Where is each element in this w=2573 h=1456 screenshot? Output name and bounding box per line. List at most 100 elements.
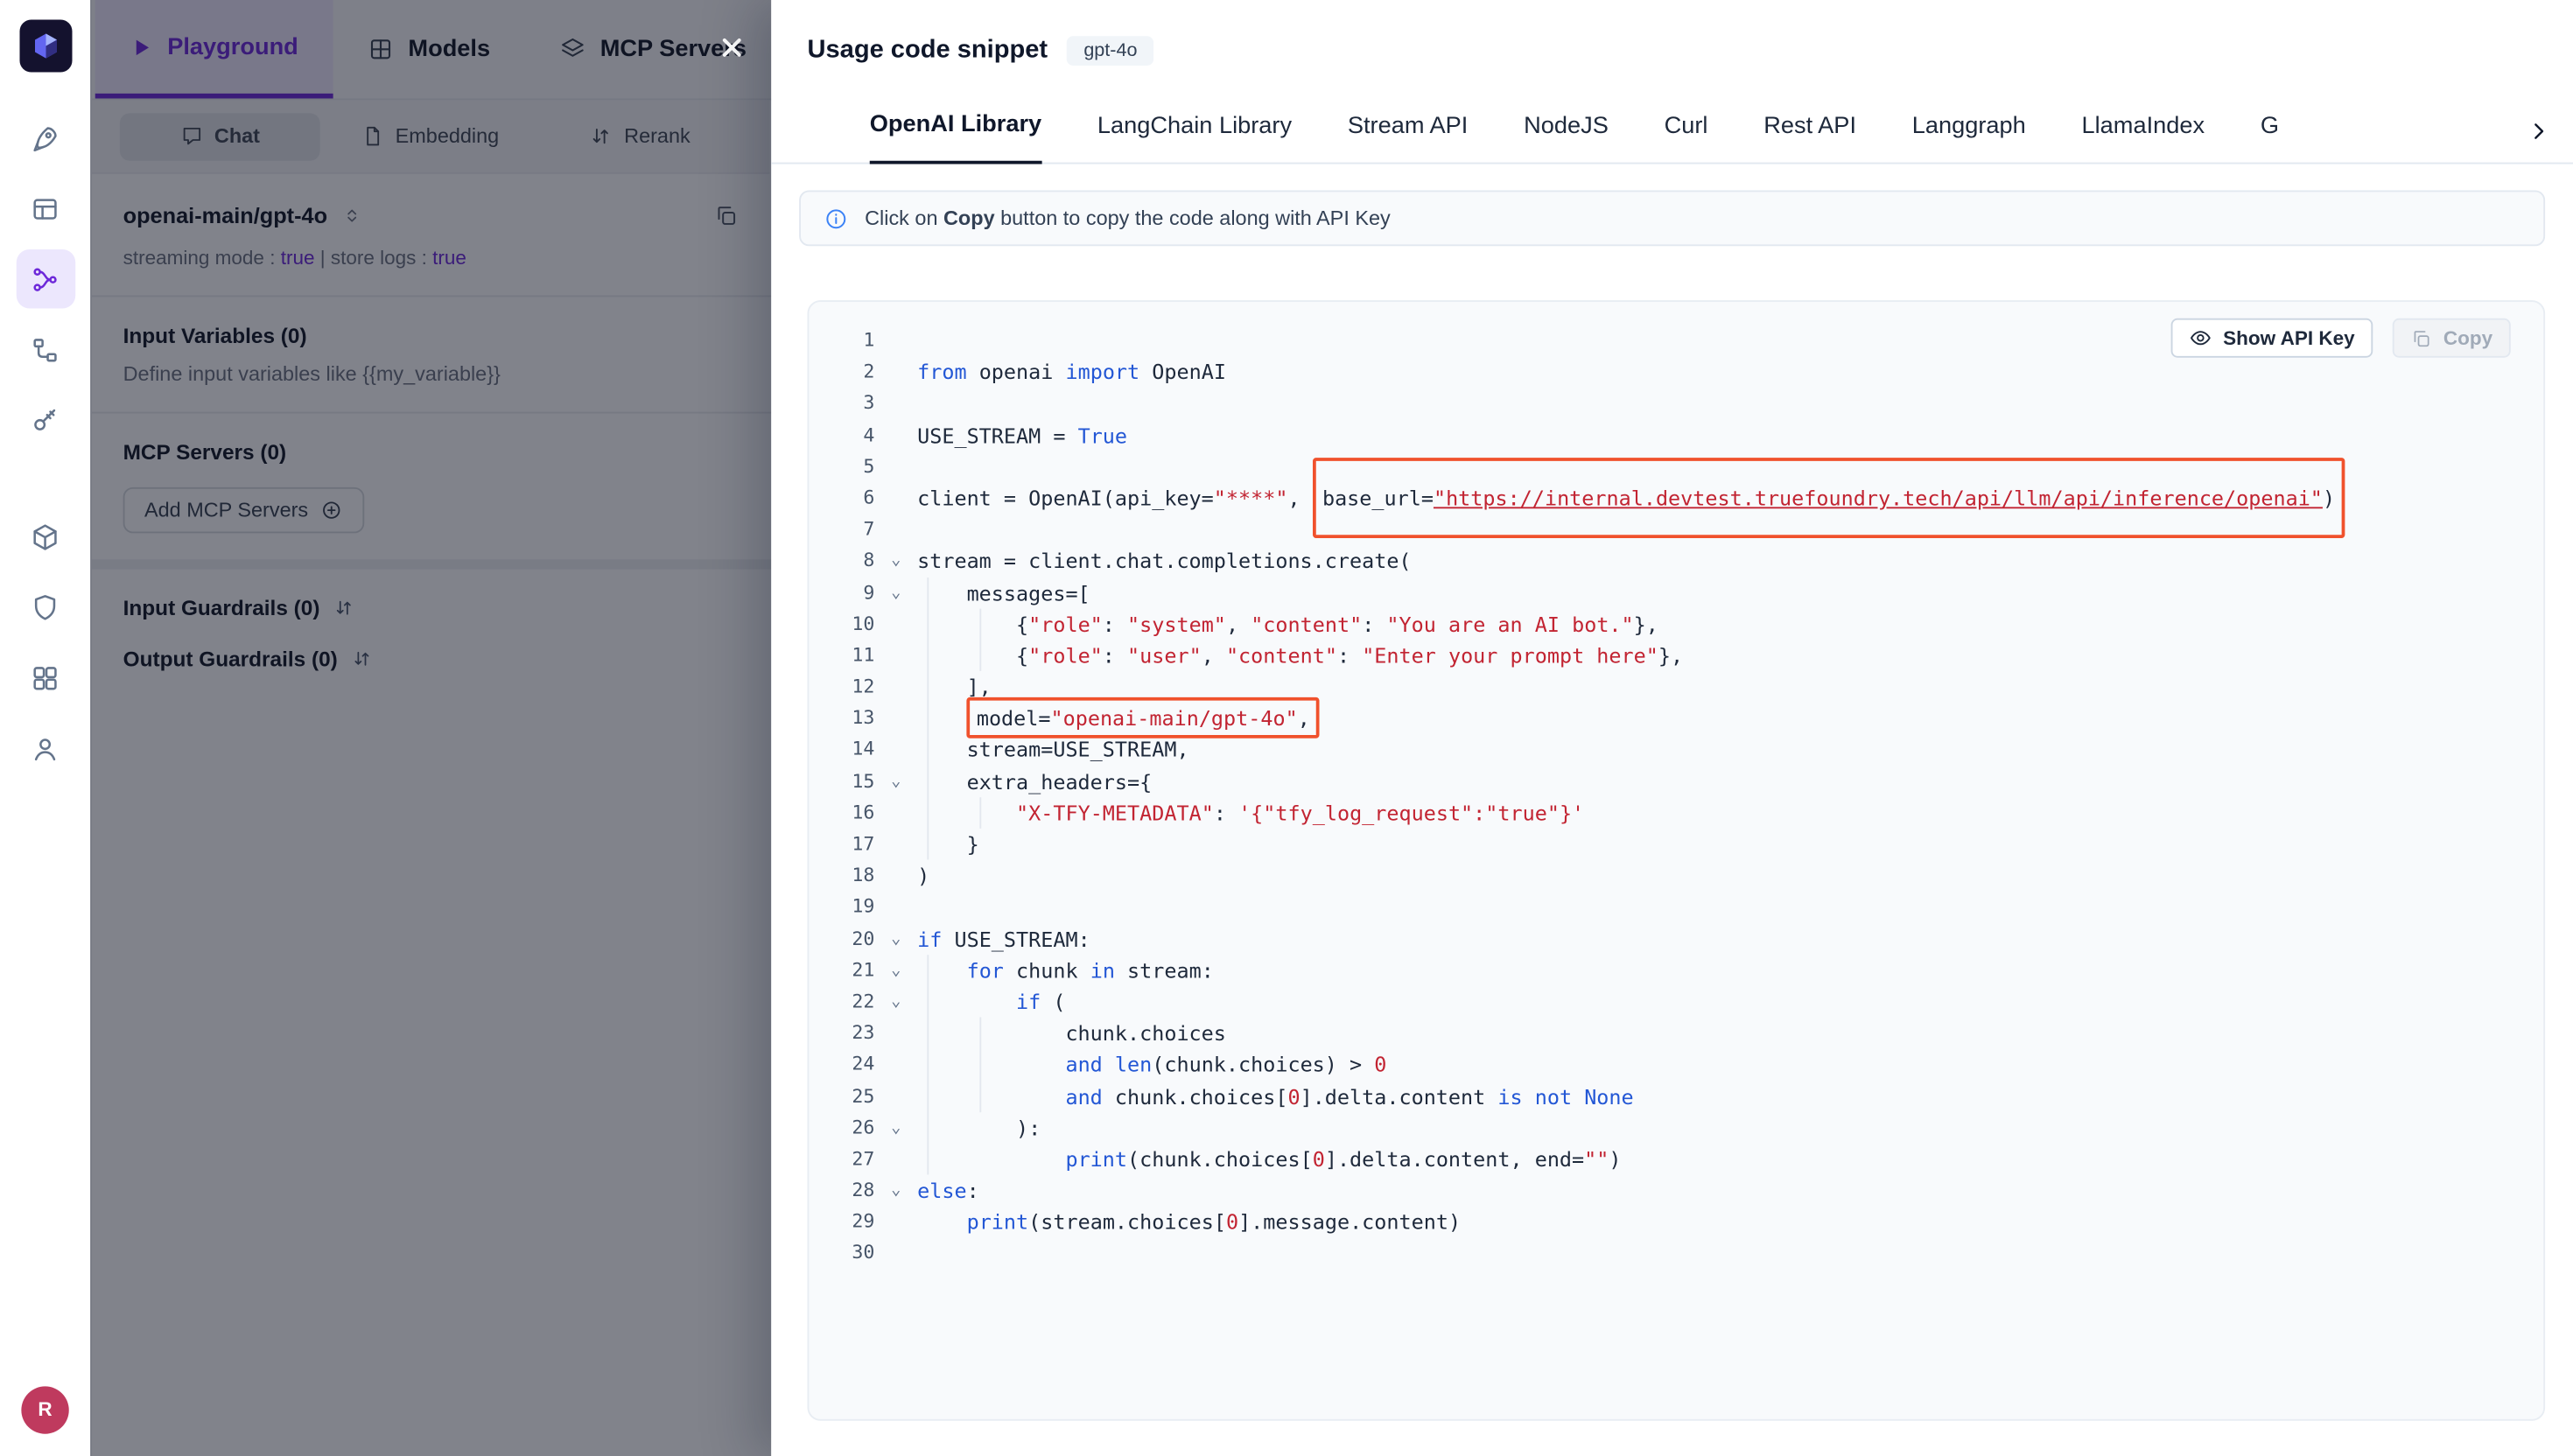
code-text: from openai import OpenAI xyxy=(917,356,1226,388)
code-text: chunk.choices xyxy=(917,1018,1226,1049)
copy-info-banner: Click on Copy button to copy the code al… xyxy=(799,191,2545,247)
code-text: stream=USE_STREAM, xyxy=(917,734,1188,766)
line-number: 7 xyxy=(809,514,874,545)
close-drawer-button[interactable] xyxy=(707,23,756,72)
fold-chevron-icon[interactable]: ⌄ xyxy=(874,766,917,797)
code-text: for chunk in stream: xyxy=(917,955,1214,986)
line-number: 19 xyxy=(809,892,874,923)
data-nav-table-icon[interactable] xyxy=(16,178,75,238)
code-line: 6client = OpenAI(api_key="****", base_ur… xyxy=(809,482,2543,514)
copy-code-button[interactable]: Copy xyxy=(2393,318,2511,358)
fold-gutter xyxy=(874,1018,917,1049)
fold-gutter xyxy=(874,860,917,892)
truefoundry-logo[interactable] xyxy=(19,20,72,73)
fold-chevron-icon[interactable]: ⌄ xyxy=(874,955,917,986)
line-number: 30 xyxy=(809,1238,874,1270)
code-line: 29 print(stream.choices[0].message.conte… xyxy=(809,1207,2543,1238)
fold-gutter xyxy=(874,325,917,356)
code-line: 26⌄ ): xyxy=(809,1112,2543,1144)
tab-stream-api[interactable]: Stream API xyxy=(1348,113,1469,162)
fold-chevron-icon[interactable]: ⌄ xyxy=(874,923,917,955)
model-badge: gpt-4o xyxy=(1068,36,1154,66)
code-text: print(stream.choices[0].message.content) xyxy=(917,1207,1461,1238)
code-line: 16 "X-TFY-METADATA": '{"tfy_log_request"… xyxy=(809,797,2543,829)
fold-gutter xyxy=(874,640,917,671)
fold-gutter xyxy=(874,388,917,419)
line-number: 15 xyxy=(809,766,874,797)
tabs-scroll-right-chevron-icon[interactable] xyxy=(2527,120,2550,143)
code-library-tabs: OpenAI Library LangChain Library Stream … xyxy=(771,92,2573,164)
fold-chevron-icon[interactable]: ⌄ xyxy=(874,1112,917,1144)
code-line: 18) xyxy=(809,860,2543,892)
app-window: R Playground Models MCP Servers Chat xyxy=(0,0,2573,1456)
line-number: 6 xyxy=(809,482,874,514)
code-text: {"role": "user", "content": "Enter your … xyxy=(917,640,1683,671)
code-text: and chunk.choices[0].delta.content is no… xyxy=(917,1081,1634,1112)
code-line: 21⌄ for chunk in stream: xyxy=(809,955,2543,986)
line-number: 20 xyxy=(809,923,874,955)
tab-overflow-cut[interactable]: G xyxy=(2261,113,2279,162)
line-number: 5 xyxy=(809,451,874,482)
code-line: 13 model="openai-main/gpt-4o", xyxy=(809,703,2543,734)
modal-dim-overlay xyxy=(90,0,771,1456)
line-number: 14 xyxy=(809,734,874,766)
account-nav-user-icon[interactable] xyxy=(16,718,75,778)
line-number: 8 xyxy=(809,545,874,577)
code-line: 25 and chunk.choices[0].delta.content is… xyxy=(809,1081,2543,1112)
line-number: 23 xyxy=(809,1018,874,1049)
code-snippet-panel: Show API Key Copy 12 from openai import O… xyxy=(808,300,2546,1420)
indent-guide xyxy=(979,608,981,671)
tab-curl[interactable]: Curl xyxy=(1665,113,1708,162)
code-text: and len(chunk.choices) > 0 xyxy=(917,1049,1386,1081)
fold-gutter xyxy=(874,734,917,766)
fold-chevron-icon[interactable]: ⌄ xyxy=(874,577,917,608)
integrations-nav-apps-icon[interactable] xyxy=(16,648,75,708)
code-line: 9⌄ messages=[ xyxy=(809,577,2543,608)
line-number: 29 xyxy=(809,1207,874,1238)
close-icon xyxy=(717,30,747,66)
workflows-nav-icon[interactable] xyxy=(16,320,75,380)
fold-chevron-icon[interactable]: ⌄ xyxy=(874,986,917,1018)
drawer-title: Usage code snippet xyxy=(808,36,1048,66)
fold-gutter xyxy=(874,1144,917,1175)
user-avatar[interactable]: R xyxy=(21,1385,68,1432)
line-number: 10 xyxy=(809,608,874,640)
fold-gutter xyxy=(874,703,917,734)
code-line: 14 stream=USE_STREAM, xyxy=(809,734,2543,766)
fold-chevron-icon[interactable]: ⌄ xyxy=(874,545,917,577)
line-number: 18 xyxy=(809,860,874,892)
fold-gutter xyxy=(874,671,917,703)
fold-gutter xyxy=(874,356,917,388)
code-line: 8⌄stream = client.chat.completions.creat… xyxy=(809,545,2543,577)
eye-icon xyxy=(2189,326,2212,349)
show-api-key-button[interactable]: Show API Key xyxy=(2170,318,2373,358)
deployments-nav-package-icon[interactable] xyxy=(16,507,75,566)
tab-langchain-library[interactable]: LangChain Library xyxy=(1097,113,1292,162)
icon-rail: R xyxy=(0,0,92,1456)
code-line: 24 and len(chunk.choices) > 0 xyxy=(809,1049,2543,1081)
tab-openai-library[interactable]: OpenAI Library xyxy=(870,112,1041,164)
line-number: 12 xyxy=(809,671,874,703)
code-line: 23 chunk.choices xyxy=(809,1018,2543,1049)
line-number: 11 xyxy=(809,640,874,671)
deploy-nav-rocket-icon[interactable] xyxy=(16,108,75,168)
code-text: stream = client.chat.completions.create( xyxy=(917,545,1411,577)
fold-chevron-icon[interactable]: ⌄ xyxy=(874,1175,917,1207)
docs-nav-shield-icon[interactable] xyxy=(16,578,75,637)
tab-langgraph[interactable]: Langgraph xyxy=(1912,113,2026,162)
line-number: 24 xyxy=(809,1049,874,1081)
tab-llamaindex[interactable]: LlamaIndex xyxy=(2082,113,2205,162)
code-line: 11 {"role": "user", "content": "Enter yo… xyxy=(809,640,2543,671)
line-number: 28 xyxy=(809,1175,874,1207)
line-number: 27 xyxy=(809,1144,874,1175)
code-text: extra_headers={ xyxy=(917,766,1152,797)
drawer-header: Usage code snippet gpt-4o xyxy=(771,0,2573,66)
tab-rest-api[interactable]: Rest API xyxy=(1763,113,1856,162)
tab-nodejs[interactable]: NodeJS xyxy=(1524,113,1609,162)
secrets-nav-key-icon[interactable] xyxy=(16,390,75,450)
code-text: ) xyxy=(917,860,929,892)
code-text: if ( xyxy=(917,986,1065,1018)
code-editor: 12from openai import OpenAI34USE_STREAM … xyxy=(809,302,2543,1270)
fold-gutter xyxy=(874,1207,917,1238)
ai-gateway-nav-icon[interactable] xyxy=(16,249,75,309)
